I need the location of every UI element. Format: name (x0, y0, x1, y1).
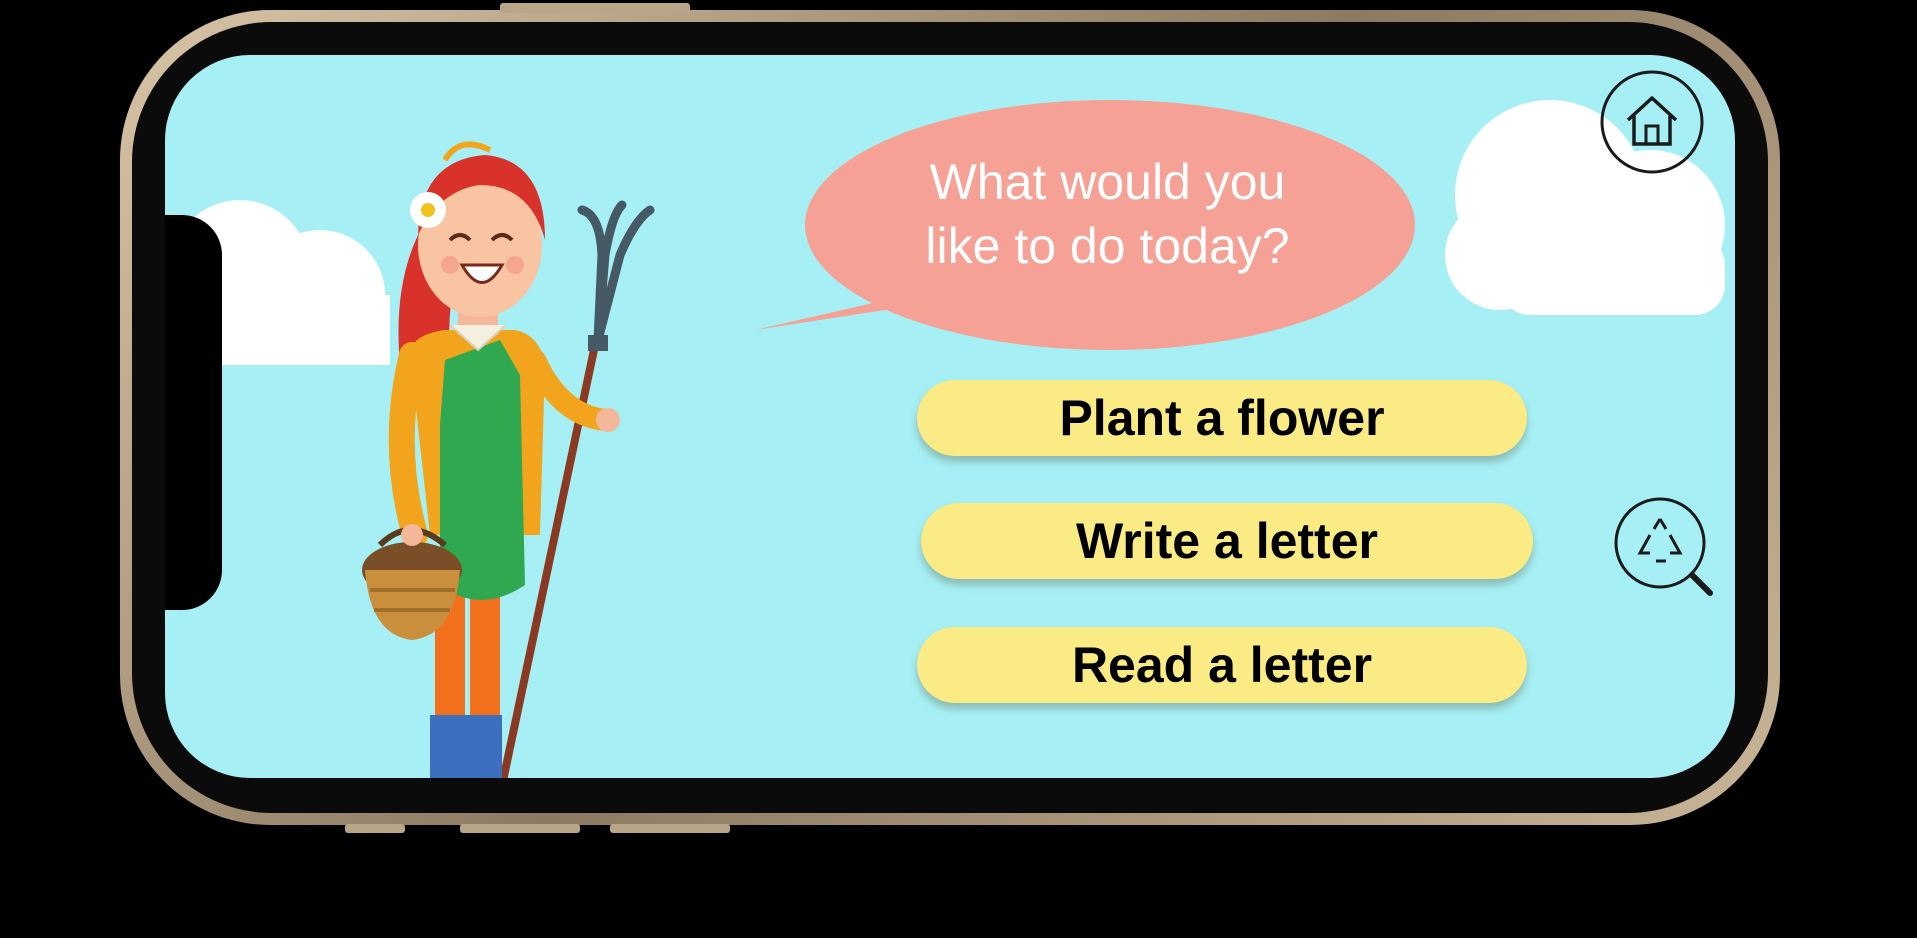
phone-notch (165, 215, 222, 610)
write-a-letter-button[interactable]: Write a letter (921, 503, 1533, 579)
app-screen: What would you like to do today? Plant a… (165, 55, 1735, 778)
phone-top-button (500, 3, 690, 13)
farmer-character-illustration (362, 141, 655, 778)
prompt-line-1: What would you (929, 154, 1286, 210)
phone-volume-up-button (345, 824, 405, 833)
plant-a-flower-button[interactable]: Plant a flower (917, 380, 1527, 456)
phone-volume-down-button (460, 824, 580, 833)
read-a-letter-button[interactable]: Read a letter (917, 627, 1527, 703)
phone-side-button (610, 824, 730, 833)
prompt-line-2: like to do today? (925, 218, 1290, 274)
prompt-text: What would you like to do today? (875, 150, 1340, 278)
home-icon[interactable] (1600, 70, 1704, 174)
stage: What would you like to do today? Plant a… (0, 0, 1917, 938)
recycle-search-icon[interactable] (1612, 495, 1716, 599)
